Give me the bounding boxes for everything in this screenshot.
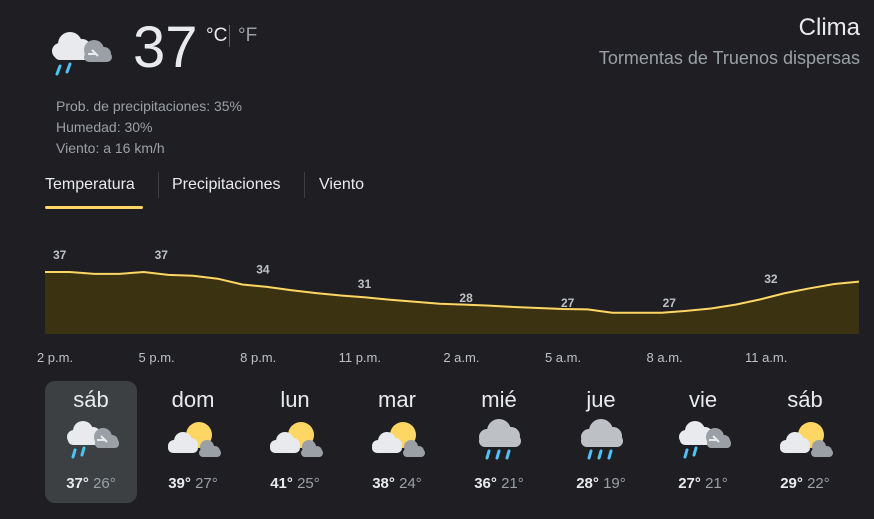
chart-x-label: 5 p.m. (138, 350, 175, 365)
day-low-temp: 21° (705, 475, 728, 492)
day-high-temp: 38° (372, 475, 395, 492)
rain-icon (471, 415, 529, 461)
day-name: vie (688, 387, 718, 412)
day-temperatures: 29° 22° (759, 475, 851, 492)
day-low-temp: 22° (807, 475, 830, 492)
day-low-temp: 27° (195, 475, 218, 492)
thunderstorm-scattered-icon (675, 415, 733, 461)
day-high-temp: 36° (474, 475, 497, 492)
day-forecast-3[interactable]: mar 38° 24° (351, 381, 443, 503)
condition-description: Tormentas de Truenos dispersas (598, 48, 860, 68)
day-forecast-6[interactable]: vie 27° 21° (657, 381, 749, 503)
day-low-temp: 21° (501, 475, 524, 492)
day-high-temp: 29° (780, 475, 803, 492)
tab-wind[interactable]: Viento (319, 176, 364, 198)
humidity-detail: Humedad: 30% (56, 119, 153, 135)
partly-cloudy-icon (369, 415, 427, 461)
chart-data-label: 27 (663, 296, 677, 310)
partly-cloudy-icon (165, 415, 223, 461)
chart-data-label: 37 (155, 248, 169, 262)
partly-cloudy-icon (777, 415, 835, 461)
day-forecast-5[interactable]: jue 28° 19° (555, 381, 647, 503)
chart-x-label: 8 a.m. (646, 350, 683, 365)
day-temperatures: 28° 19° (555, 475, 647, 492)
day-name: dom (171, 387, 215, 412)
chart-data-label: 27 (561, 296, 575, 310)
chart-x-label: 11 a.m. (744, 350, 788, 365)
chart-x-label: 8 p.m. (240, 350, 277, 365)
day-high-temp: 41° (270, 475, 293, 492)
page-title: Clima (798, 14, 860, 41)
day-forecast-2[interactable]: lun 41° 25° (249, 381, 341, 503)
tab-divider (304, 172, 305, 198)
thunderstorm-scattered-icon (63, 415, 121, 461)
chart-x-label: 5 a.m. (544, 350, 582, 365)
day-high-temp: 27° (678, 475, 701, 492)
day-forecast-1[interactable]: dom 39° 27° (147, 381, 239, 503)
day-temperatures: 39° 27° (147, 475, 239, 492)
precipitation-detail: Prob. de precipitaciones: 35% (56, 98, 242, 114)
day-forecast-7[interactable]: sáb 29° 22° (759, 381, 851, 503)
tab-precipitation[interactable]: Precipitaciones (172, 176, 281, 198)
day-high-temp: 39° (168, 475, 191, 492)
thunderstorm-scattered-icon (48, 24, 120, 80)
day-high-temp: 37° (66, 475, 89, 492)
day-low-temp: 26° (93, 475, 116, 492)
tab-active-indicator (45, 206, 143, 209)
chart-data-label: 34 (256, 262, 270, 276)
day-temperatures: 41° 25° (249, 475, 341, 492)
rain-icon (573, 415, 631, 461)
day-high-temp: 28° (576, 475, 599, 492)
temperature-chart: 37 37 34 31 28 27 27 32 (45, 248, 860, 334)
unit-fahrenheit-button[interactable]: °F (238, 25, 257, 47)
unit-celsius-button[interactable]: °C (206, 25, 227, 47)
temperature-area (45, 272, 859, 334)
chart-x-label: 2 p.m. (36, 350, 74, 365)
chart-data-label: 28 (459, 291, 473, 305)
day-temperatures: 38° 24° (351, 475, 443, 492)
day-name: jue (586, 387, 616, 412)
partly-cloudy-icon (267, 415, 325, 461)
chart-data-label: 37 (53, 248, 67, 262)
day-temperatures: 36° 21° (453, 475, 545, 492)
day-low-temp: 25° (297, 475, 320, 492)
chart-data-label: 32 (764, 272, 778, 286)
day-forecast-4[interactable]: mié 36° 21° (453, 381, 545, 503)
unit-divider (229, 25, 230, 47)
day-name: mar (378, 387, 416, 412)
chart-data-label: 31 (358, 277, 372, 291)
chart-x-label: 11 p.m. (338, 350, 381, 365)
day-low-temp: 19° (603, 475, 626, 492)
day-name: sáb (787, 387, 823, 412)
day-temperatures: 37° 26° (45, 475, 137, 492)
current-temperature: 37 (133, 15, 198, 80)
tab-temperature[interactable]: Temperatura (45, 176, 135, 198)
day-forecast-0[interactable]: sáb 37° 26° (45, 381, 137, 503)
chart-x-label: 2 a.m. (443, 350, 480, 365)
day-temperatures: 27° 21° (657, 475, 749, 492)
day-name: lun (280, 387, 310, 412)
tab-divider (158, 172, 159, 198)
day-name: sáb (73, 387, 109, 412)
day-name: mié (481, 387, 517, 412)
wind-detail: Viento: a 16 km/h (56, 140, 165, 156)
day-low-temp: 24° (399, 475, 422, 492)
